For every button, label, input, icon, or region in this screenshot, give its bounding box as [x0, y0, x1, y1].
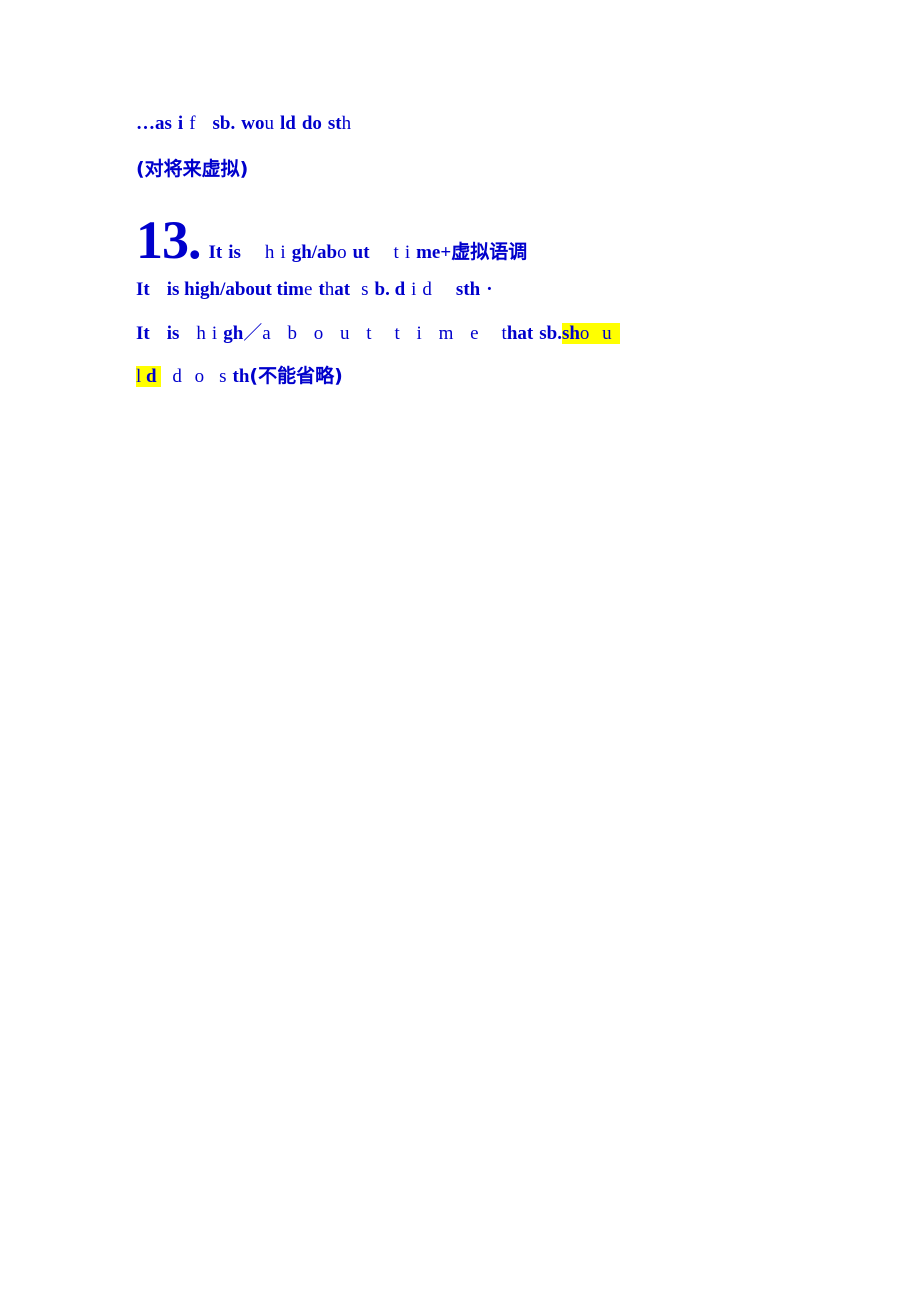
- document-page: …as i f sb. wou ld do sth (对将来虚拟) 13. It is h i gh/a…: [0, 0, 920, 1302]
- f-text: f: [189, 113, 196, 134]
- ld-text: ld: [279, 113, 296, 134]
- pattern2-i: i: [211, 323, 218, 344]
- highlight-trailing-pad: [156, 366, 162, 387]
- pattern3-do: d o: [172, 366, 209, 387]
- heading-gh-about: gh/ab: [291, 242, 338, 263]
- highlight-d-text: d: [146, 366, 157, 387]
- highlight-ou-text: o u: [579, 323, 616, 344]
- pattern2-slash: ／: [243, 323, 263, 344]
- heading-h: h: [264, 242, 275, 263]
- pattern3-s: s: [219, 366, 227, 387]
- pattern1-b-d: b. d: [374, 279, 406, 300]
- wo-text: wo: [241, 113, 265, 134]
- heading-number: 13.: [136, 210, 201, 270]
- pattern2-hat: hat: [506, 323, 534, 344]
- pattern1-s: s: [361, 279, 369, 300]
- pattern2-about: a b o u t: [262, 323, 378, 344]
- line-pattern-past-subjunctive: It is high/about time that s b. d i d sth ·: [136, 280, 836, 299]
- document-body: …as i f sb. wou ld do sth (对将来虚拟) 13. It is h i gh/a…: [136, 104, 836, 387]
- sb-text: sb.: [212, 113, 236, 134]
- pattern1-is-high-about-time: is high/about tim: [166, 279, 304, 300]
- pattern1-h: h: [324, 279, 335, 300]
- h-text: h: [341, 113, 352, 134]
- line-pattern-should-part1: It is h i gh／a b o u tt i m e that sb.sho u: [136, 323, 836, 344]
- heading-me: me+: [416, 242, 452, 263]
- heading-text: It is h i gh/abo ut t i me+虚拟语调: [201, 242, 528, 263]
- heading-i2: i: [404, 242, 411, 263]
- ellipsis-text: …: [136, 113, 155, 134]
- pattern1-sth: sth: [455, 279, 481, 300]
- pattern1-at: at: [334, 279, 351, 300]
- pattern1-it: It: [136, 279, 150, 300]
- line-note-future-subjunctive: (对将来虚拟): [136, 160, 836, 179]
- do-text: do: [301, 113, 322, 134]
- line-heading-13: 13. It is h i gh/abo ut t i me+虚拟语调: [136, 213, 836, 267]
- heading-is: is: [228, 242, 241, 263]
- pattern1-e: e: [304, 279, 313, 300]
- st-text: st: [327, 113, 342, 134]
- pattern2-is: is: [166, 323, 180, 344]
- pattern1-dot: ·: [486, 279, 493, 300]
- note-future-text: (对将来虚拟): [136, 158, 249, 180]
- heading-t: t: [393, 242, 399, 263]
- heading-o: o: [337, 242, 347, 263]
- pattern1-d: d: [422, 279, 432, 300]
- heading-it: It: [208, 242, 223, 263]
- heading-zh-text: 虚拟语调: [451, 241, 528, 263]
- heading-i: i: [280, 242, 286, 263]
- heading-ut: ut: [352, 242, 370, 263]
- pattern2-time: t i m e: [394, 323, 485, 344]
- pattern2-gh: gh: [223, 323, 244, 344]
- u-text: u: [264, 113, 274, 134]
- note-cannot-omit-text: (不能省略): [249, 365, 343, 387]
- line-as-if-clause: …as i f sb. wou ld do sth: [136, 114, 836, 133]
- highlight-sh-text: sh: [561, 323, 580, 344]
- pattern2-h: h: [196, 323, 206, 344]
- highlight-trailing-pad: [615, 323, 621, 344]
- line-pattern-should-part2: l d d o s th(不能省略): [136, 365, 836, 387]
- i-text: i: [177, 113, 184, 134]
- as-text: as: [155, 113, 172, 134]
- pattern3-th: th: [232, 366, 250, 387]
- pattern2-it: It: [136, 323, 150, 344]
- pattern2-sb: sb.: [539, 323, 562, 344]
- pattern1-i: i: [411, 279, 417, 300]
